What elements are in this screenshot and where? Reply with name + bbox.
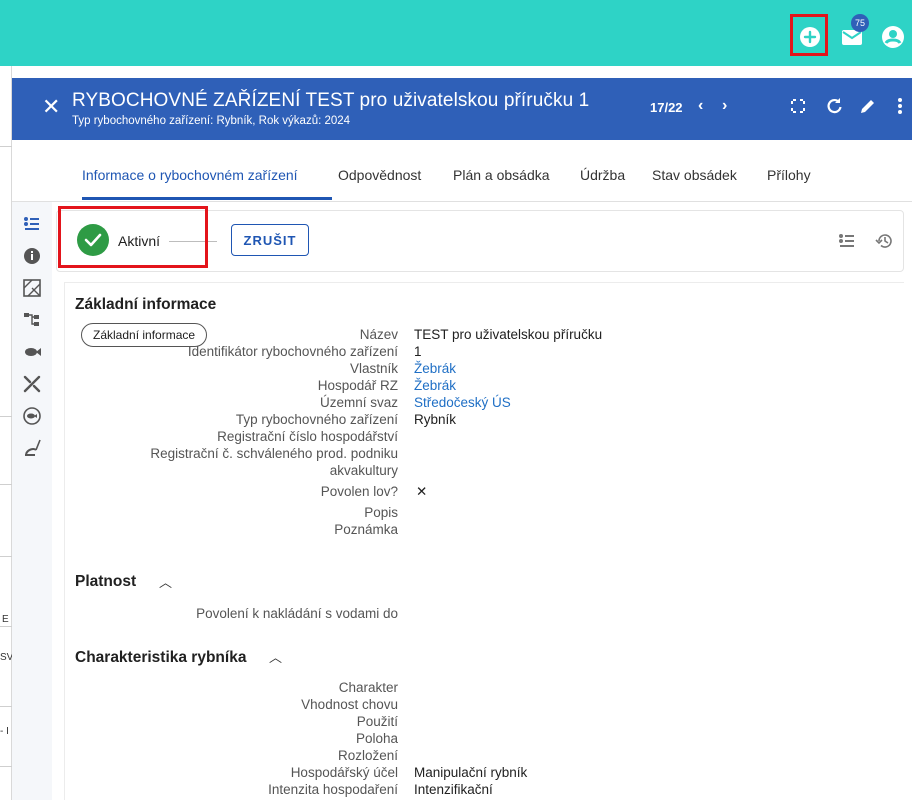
field-label: Registrační číslo hospodářství	[217, 429, 398, 444]
field-label: Název	[359, 327, 398, 342]
tools-icon[interactable]	[22, 374, 42, 394]
highlight-box-status	[58, 206, 208, 268]
field-label: Vhodnost chovu	[301, 697, 398, 712]
section-nav-rail	[12, 202, 52, 800]
hierarchy-icon[interactable]	[22, 310, 42, 330]
field-link[interactable]: Středočeský ÚS	[414, 394, 511, 411]
detail-header: ✕ RYBOCHOVNÉ ZAŘÍZENÍ TEST pro uživatels…	[12, 78, 912, 140]
field-label: akvakultury	[329, 463, 398, 478]
field-value-boolean: ✕	[416, 484, 428, 499]
field-label: Vlastník	[349, 361, 398, 376]
top-app-bar: 75	[0, 0, 912, 66]
field-label: Typ rybochovného zařízení	[235, 412, 398, 427]
section-title-pond: Charakteristika rybníka	[75, 649, 247, 666]
field-value: Intenzifikační	[414, 782, 493, 797]
field-label: Hospodářský účel	[290, 765, 398, 780]
chevron-right-icon[interactable]: ›	[722, 97, 727, 115]
edit-icon[interactable]	[858, 96, 878, 116]
details-list-icon[interactable]	[22, 214, 42, 234]
account-icon[interactable]	[880, 24, 906, 50]
fish-icon[interactable]	[22, 342, 42, 362]
tab-plan[interactable]: Plán a obsádka	[453, 167, 550, 183]
tab-responsibility[interactable]: Odpovědnost	[338, 167, 421, 183]
fish-circle-icon[interactable]	[22, 406, 42, 426]
field-label: Územní svaz	[319, 395, 398, 410]
add-circle-icon[interactable]	[797, 24, 823, 50]
field-label: Povolen lov?	[320, 484, 398, 499]
field-value: Rybník	[414, 412, 457, 427]
field-label: Popis	[364, 505, 398, 520]
more-vert-icon[interactable]	[890, 96, 910, 116]
field-label: Identifikátor rybochovného zařízení	[187, 344, 398, 359]
section-title-validity: Platnost	[75, 573, 137, 590]
section-tooltip-chip: Základní informace	[81, 323, 208, 347]
tab-maintenance[interactable]: Údržba	[580, 167, 625, 183]
active-tab-indicator	[82, 197, 332, 200]
fishing-icon[interactable]	[22, 438, 42, 458]
tab-attachments[interactable]: Přílohy	[767, 167, 811, 183]
field-label: Použití	[356, 714, 398, 729]
field-label: Registrační č. schváleného prod. podniku	[150, 446, 398, 461]
field-value: 1	[414, 344, 422, 359]
refresh-icon[interactable]	[824, 96, 844, 116]
tab-stock-status[interactable]: Stav obsádek	[652, 167, 737, 183]
field-label: Poznámka	[334, 522, 398, 537]
background-text: - I	[0, 726, 9, 737]
field-link[interactable]: Žebrák	[414, 377, 456, 394]
page-subtitle: Typ rybochovného zařízení: Rybník, Rok v…	[72, 115, 351, 127]
history-icon[interactable]	[875, 231, 895, 251]
notification-badge: 75	[851, 14, 869, 32]
field-label: Rozložení	[337, 748, 398, 763]
field-value: TEST pro uživatelskou příručku	[414, 327, 603, 342]
field-link[interactable]: Žebrák	[414, 360, 456, 377]
chevron-left-icon[interactable]: ‹	[698, 97, 703, 115]
section-title-basic: Základní informace	[75, 296, 217, 313]
field-label: Povolení k nakládání s vodami do	[196, 606, 398, 621]
record-counter: 17/22	[650, 100, 683, 115]
field-value: Manipulační rybník	[414, 765, 528, 780]
field-label: Intenzita hospodaření	[268, 782, 398, 797]
tab-information[interactable]: Informace o rybochovném zařízení	[82, 167, 298, 183]
field-label: Charakter	[338, 680, 398, 695]
field-label: Hospodář RZ	[317, 378, 398, 393]
cancel-button[interactable]: ZRUŠIT	[231, 224, 309, 256]
background-text: E	[2, 614, 9, 625]
info-icon[interactable]	[22, 246, 42, 266]
map-icon[interactable]	[22, 278, 42, 298]
options-icon[interactable]	[837, 231, 857, 251]
background-app-strip: E SV - I	[0, 66, 13, 800]
page-title: RYBOCHOVNÉ ZAŘÍZENÍ TEST pro uživatelsko…	[72, 90, 590, 111]
close-icon[interactable]: ✕	[42, 96, 60, 118]
chevron-up-icon[interactable]: ︿	[269, 647, 282, 666]
detail-tabs: Informace o rybochovném zařízení Odpověd…	[12, 140, 912, 202]
field-label: Poloha	[355, 731, 398, 746]
fullscreen-icon[interactable]	[788, 96, 808, 116]
detail-content: Základní informace Název TEST pro uživat…	[64, 282, 904, 800]
chevron-up-icon[interactable]: ︿	[159, 572, 172, 591]
